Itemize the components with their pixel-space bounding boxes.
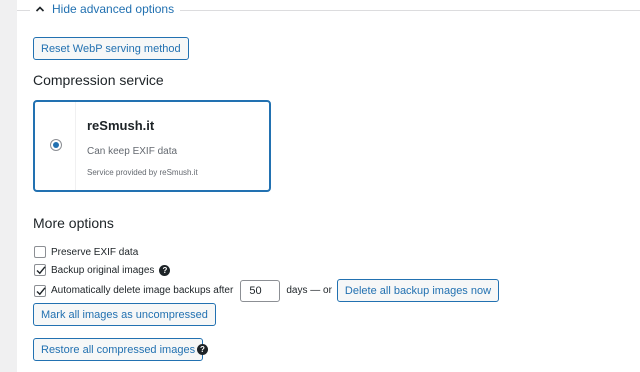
service-card-resmushit[interactable]: reSmush.it Can keep EXIF data Service pr… [33, 100, 271, 192]
backup-original-checkbox[interactable] [34, 264, 46, 276]
service-name: reSmush.it [87, 118, 155, 133]
service-description: Can keep EXIF data [87, 146, 178, 157]
preserve-exif-checkbox[interactable] [34, 246, 46, 258]
preserve-exif-option: Preserve EXIF data [34, 246, 138, 258]
backup-original-label: Backup original images [51, 264, 155, 276]
checkmark-icon [36, 286, 46, 295]
restore-compressed-button[interactable]: Restore all compressed images [33, 338, 204, 361]
days-suffix-label: days — or [286, 285, 332, 296]
backup-original-option: Backup original images ? [34, 264, 171, 276]
settings-panel: Hide advanced options Reset WebP serving… [17, 0, 640, 372]
radio-selected-dot [53, 142, 59, 148]
service-provider: Service provided by reSmush.it [87, 168, 198, 177]
card-divider [75, 102, 76, 190]
compression-service-heading: Compression service [33, 72, 164, 88]
mark-uncompressed-button[interactable]: Mark all images as uncompressed [33, 303, 216, 326]
auto-delete-option: Automatically delete image backups after… [34, 279, 500, 302]
service-radio[interactable] [50, 139, 62, 151]
hide-advanced-options-label: Hide advanced options [52, 2, 175, 16]
chevron-up-icon [35, 6, 45, 12]
checkmark-icon [36, 266, 46, 275]
hide-advanced-options-toggle[interactable]: Hide advanced options [30, 2, 181, 16]
preserve-exif-label: Preserve EXIF data [51, 246, 139, 258]
auto-delete-checkbox[interactable] [34, 284, 46, 297]
help-icon[interactable]: ? [197, 344, 208, 355]
reset-webp-button[interactable]: Reset WebP serving method [33, 37, 189, 60]
help-icon[interactable]: ? [159, 264, 171, 276]
auto-delete-label: Automatically delete image backups after [51, 285, 234, 296]
more-options-heading: More options [33, 215, 114, 231]
backup-days-input[interactable] [240, 279, 281, 302]
advanced-options-header: Hide advanced options [17, 0, 640, 20]
delete-all-backups-button[interactable]: Delete all backup images now [336, 279, 500, 302]
